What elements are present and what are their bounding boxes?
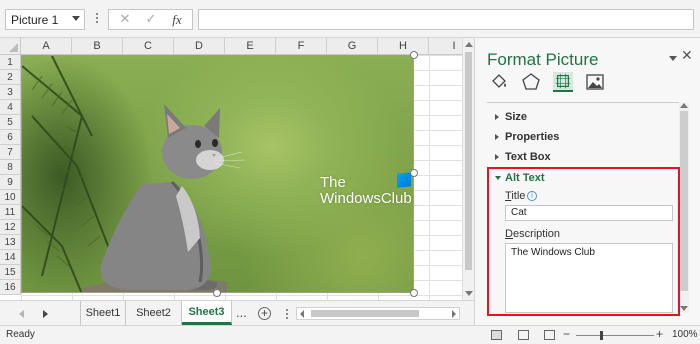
format-picture-pane: Format Picture ✕ Size Properties Text Bo… <box>474 38 700 325</box>
zoom-in-button[interactable]: + <box>656 327 663 341</box>
alt-title-input[interactable]: Cat <box>505 205 673 221</box>
name-box-dropdown-icon[interactable] <box>72 16 80 21</box>
info-icon[interactable]: i <box>527 191 537 201</box>
column-header-e[interactable]: E <box>225 38 276 55</box>
row-header-16[interactable]: 16 <box>0 280 21 295</box>
cat-picture[interactable] <box>21 55 414 293</box>
pane-scroll-down-icon[interactable] <box>680 306 688 311</box>
column-header-h[interactable]: H <box>378 38 429 55</box>
select-all-button[interactable] <box>0 38 21 55</box>
column-header-g[interactable]: G <box>327 38 378 55</box>
section-properties-label: Properties <box>505 131 560 143</box>
scroll-left-icon[interactable] <box>300 310 304 318</box>
row-header-5[interactable]: 5 <box>0 115 21 130</box>
insert-function-icon[interactable]: fx <box>167 12 187 28</box>
scroll-down-icon[interactable] <box>465 291 473 296</box>
collapse-triangle-icon <box>495 176 501 180</box>
column-header-c[interactable]: C <box>123 38 174 55</box>
row-header-3[interactable]: 3 <box>0 85 21 100</box>
normal-view-icon[interactable] <box>491 330 502 340</box>
row-header-13[interactable]: 13 <box>0 235 21 250</box>
row-header-12[interactable]: 12 <box>0 220 21 235</box>
scroll-up-icon[interactable] <box>465 42 473 47</box>
expand-triangle-icon <box>495 154 499 160</box>
row-header-2[interactable]: 2 <box>0 70 21 85</box>
row-header-9[interactable]: 9 <box>0 175 21 190</box>
more-sheets-button[interactable]: ... <box>236 301 247 325</box>
expand-triangle-icon <box>495 114 499 120</box>
row-header-15[interactable]: 15 <box>0 265 21 280</box>
pane-title: Format Picture <box>487 50 599 69</box>
enter-icon[interactable]: ✓ <box>141 12 161 28</box>
resize-handle-bottom[interactable] <box>213 289 221 297</box>
column-header-d[interactable]: D <box>174 38 225 55</box>
zoom-slider-thumb[interactable] <box>600 331 603 340</box>
close-icon[interactable]: ✕ <box>681 48 693 64</box>
pane-divider <box>487 102 679 103</box>
pane-scrollbar[interactable] <box>679 103 689 313</box>
row-header-7[interactable]: 7 <box>0 145 21 160</box>
row-header-1[interactable]: 1 <box>0 55 21 70</box>
resize-handle-bottom-right[interactable] <box>410 289 418 297</box>
effects-icon[interactable] <box>521 72 541 92</box>
horizontal-scrollbar[interactable] <box>296 307 460 320</box>
column-header-a[interactable]: A <box>21 38 72 55</box>
name-box[interactable]: Picture 1 <box>5 9 85 30</box>
row-header-8[interactable]: 8 <box>0 160 21 175</box>
formula-bar-grip-icon[interactable] <box>95 13 99 27</box>
scroll-thumb[interactable] <box>465 52 472 270</box>
zoom-slider[interactable] <box>576 335 654 336</box>
status-bar: Ready − + 100% <box>0 325 700 344</box>
row-header-11[interactable]: 11 <box>0 205 21 220</box>
pane-options-dropdown-icon[interactable] <box>669 56 677 61</box>
alt-description-label: Description <box>505 228 561 240</box>
column-header-b[interactable]: B <box>72 38 123 55</box>
pane-scroll-thumb[interactable] <box>680 111 688 291</box>
zoom-out-button[interactable]: − <box>563 327 570 341</box>
row-header-4[interactable]: 4 <box>0 100 21 115</box>
watermark-line-2: WindowsClub <box>320 190 412 207</box>
name-box-value: Picture 1 <box>11 13 59 27</box>
zoom-level[interactable]: 100% <box>672 329 698 340</box>
tab-sheet3[interactable]: Sheet3 <box>182 301 232 325</box>
formula-input[interactable] <box>198 9 694 30</box>
pane-scroll-up-icon[interactable] <box>680 103 688 108</box>
pane-category-icons <box>487 72 687 96</box>
formula-buttons: ✕ ✓ fx <box>108 9 193 30</box>
resize-handle-top-right[interactable] <box>410 51 418 59</box>
tab-sheet2[interactable]: Sheet2 <box>126 301 182 325</box>
page-layout-view-icon[interactable] <box>518 330 529 340</box>
tab-sheet1[interactable]: Sheet1 <box>80 301 126 325</box>
cancel-icon[interactable]: ✕ <box>115 12 135 28</box>
row-header-14[interactable]: 14 <box>0 250 21 265</box>
row-header-6[interactable]: 6 <box>0 130 21 145</box>
section-alt-text-label: Alt Text <box>505 172 545 184</box>
formula-bar: Picture 1 ✕ ✓ fx <box>0 0 700 38</box>
watermark-logo-icon <box>397 172 411 188</box>
previous-sheet-icon[interactable] <box>19 310 24 318</box>
expand-triangle-icon <box>495 134 499 140</box>
row-header-10[interactable]: 10 <box>0 190 21 205</box>
alt-description-input[interactable]: The Windows Club <box>505 243 673 313</box>
alt-title-label: Title <box>505 190 526 202</box>
sheet-tab-bar: Sheet1 Sheet2 Sheet3 ... + <box>0 300 474 325</box>
column-header-i[interactable]: I <box>429 38 462 55</box>
tab-splitter-icon[interactable] <box>286 309 289 319</box>
picture-icon[interactable] <box>585 72 605 92</box>
section-text-box-label: Text Box <box>505 151 551 163</box>
size-properties-icon[interactable] <box>553 72 573 92</box>
add-sheet-icon[interactable]: + <box>258 307 271 320</box>
scroll-right-icon[interactable] <box>452 310 456 318</box>
column-header-f[interactable]: F <box>276 38 327 55</box>
page-break-view-icon[interactable] <box>544 330 555 340</box>
horizontal-scroll-thumb[interactable] <box>311 310 419 317</box>
next-sheet-icon[interactable] <box>43 310 48 318</box>
section-size-label: Size <box>505 111 528 123</box>
status-ready: Ready <box>6 329 35 340</box>
vertical-scrollbar[interactable] <box>462 38 474 300</box>
fill-line-icon[interactable] <box>489 72 509 92</box>
